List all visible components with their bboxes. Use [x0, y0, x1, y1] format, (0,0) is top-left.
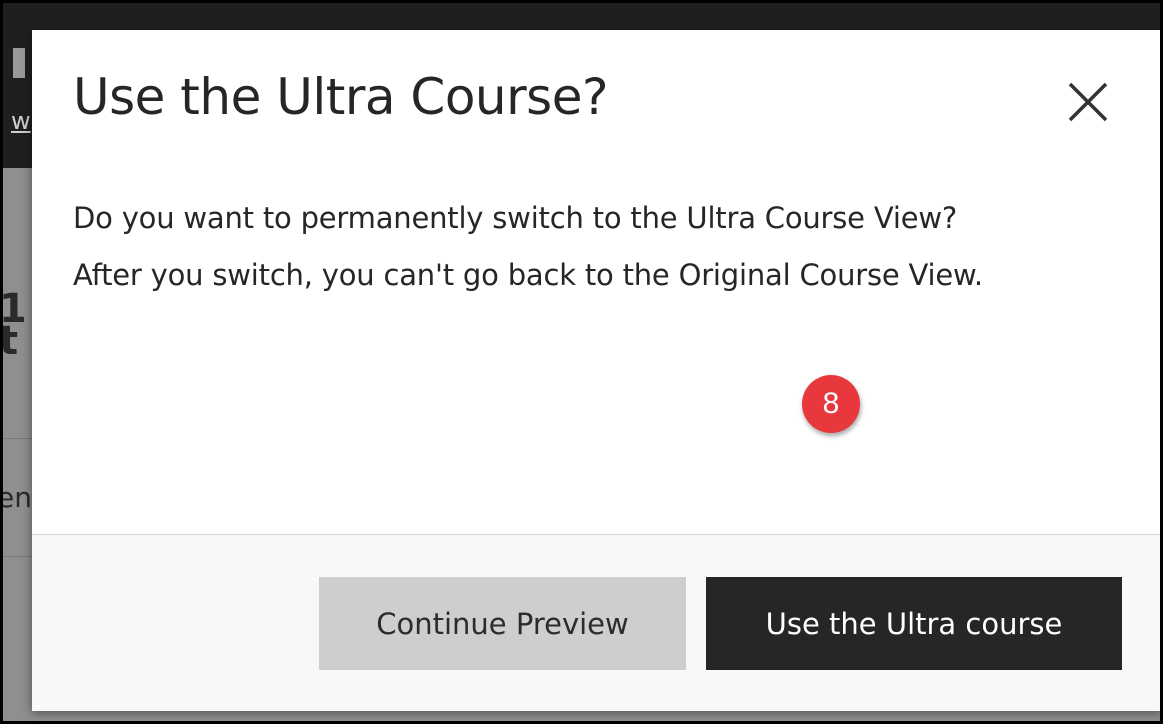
- background-logo: [13, 48, 25, 78]
- background-title: 1 t: [0, 286, 27, 364]
- dialog-message-line: Do you want to permanently switch to the…: [73, 201, 958, 235]
- dialog-footer: Continue Preview Use the Ultra course: [32, 534, 1160, 711]
- background-text: en: [0, 481, 32, 514]
- dialog-message-line: After you switch, you can't go back to t…: [73, 258, 983, 292]
- background-link: w: [11, 107, 31, 135]
- continue-preview-button[interactable]: Continue Preview: [319, 577, 686, 670]
- screen: w 1 t en ( s Use the Ultra Course? Do yo…: [0, 0, 1163, 724]
- dialog-message: Do you want to permanently switch to the…: [73, 190, 1133, 304]
- dialog-title: Use the Ultra Course?: [73, 68, 609, 126]
- switch-view-dialog: Use the Ultra Course? Do you want to per…: [32, 30, 1160, 711]
- use-ultra-course-button[interactable]: Use the Ultra course: [706, 577, 1122, 670]
- step-number-badge: 8: [802, 375, 860, 433]
- close-icon: [1068, 82, 1108, 122]
- close-button[interactable]: [1062, 76, 1114, 128]
